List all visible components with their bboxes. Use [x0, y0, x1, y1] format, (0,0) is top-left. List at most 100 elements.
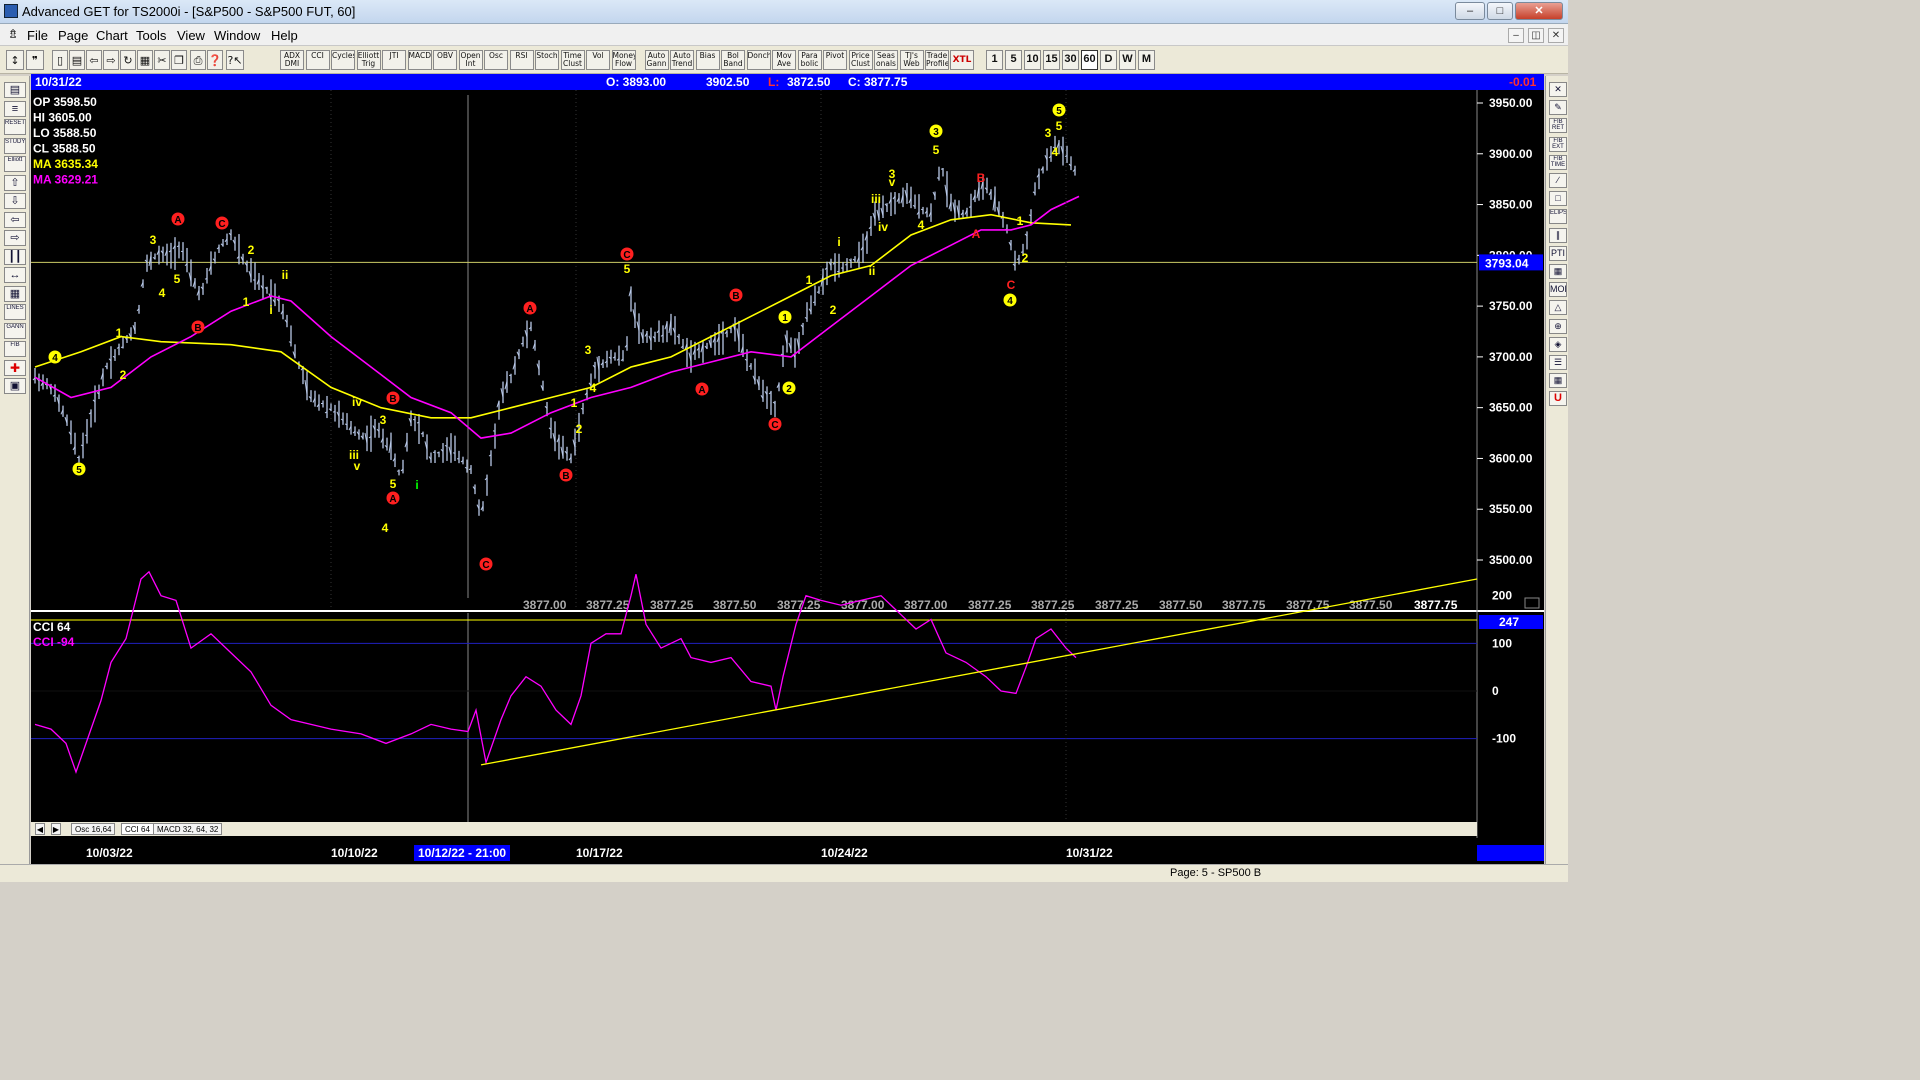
interval-button-m[interactable]: M [1138, 50, 1155, 70]
interval-button-15[interactable]: 15 [1043, 50, 1060, 70]
gann-fan-icon[interactable]: GANN [4, 322, 26, 339]
gann-tool-icon[interactable]: ≡ [4, 100, 26, 117]
study-button-macd[interactable]: MACD [407, 50, 432, 70]
fan-icon[interactable]: ∕ [1549, 173, 1567, 188]
study-button-cci[interactable]: CCI [305, 50, 330, 70]
ellipse-icon[interactable]: ELIPS [1549, 209, 1567, 225]
interval-button-w[interactable]: W [1119, 50, 1136, 70]
list-icon[interactable]: ☰ [1549, 355, 1567, 370]
interval-button-d[interactable]: D [1100, 50, 1117, 70]
study-button-adx-dmi[interactable]: ADX DMI [280, 50, 304, 70]
open-icon[interactable]: ▤ [69, 50, 85, 70]
study-button-time-clust[interactable]: Time Clust [560, 50, 585, 70]
study-button-money-flow[interactable]: Money Flow [611, 50, 636, 70]
study-button-cycles[interactable]: Cycles [331, 50, 355, 70]
menu-file[interactable]: File [27, 28, 48, 43]
new-page-icon[interactable]: ▯ [52, 50, 68, 70]
maximize-button[interactable]: □ [1487, 2, 1513, 20]
cut-icon[interactable]: ✂ [154, 50, 170, 70]
copy-icon[interactable]: ❐ [171, 50, 187, 70]
study-button-vol[interactable]: Vol [586, 50, 610, 70]
help-pointer-icon[interactable]: ?↖ [226, 50, 244, 70]
study-button-donch[interactable]: Donch [746, 50, 771, 70]
close-button[interactable]: ✕ [1515, 2, 1563, 20]
xtl-button[interactable]: XTL [950, 50, 974, 70]
close-x-icon[interactable]: ✕ [1549, 82, 1567, 97]
elliott-tool-icon[interactable]: Elliott [4, 156, 26, 172]
study-button-price-clust[interactable]: Price Clust [848, 50, 873, 70]
study-button-para-bolic[interactable]: Para bolic [797, 50, 822, 70]
left-arrow-icon[interactable]: ⇦ [4, 211, 26, 228]
study-button-obv[interactable]: OBV [433, 50, 457, 70]
menu-chart[interactable]: Chart [96, 28, 128, 43]
menu-window[interactable]: Window [214, 28, 260, 43]
lines-tool-icon[interactable]: LINES [4, 304, 26, 320]
study-button-jti[interactable]: JTI [382, 50, 406, 70]
tab-osc[interactable]: Osc 16,64 [71, 823, 116, 835]
channel-icon[interactable]: ∥ [1549, 227, 1567, 243]
grid2-icon[interactable]: ▦ [1549, 264, 1567, 279]
box-icon[interactable]: □ [1549, 191, 1567, 207]
grid-tool-icon[interactable]: ▦ [4, 285, 26, 302]
tab-macd[interactable]: MACD 32, 64, 32 [153, 823, 223, 835]
zoom-tool-icon[interactable]: ↔ [4, 267, 26, 283]
interval-button-30[interactable]: 30 [1062, 50, 1079, 70]
mdi-minimize-button[interactable]: – [1508, 28, 1524, 43]
fib-mob-icon[interactable]: MOB [1549, 282, 1567, 298]
interval-button-60[interactable]: 60 [1081, 50, 1098, 70]
refresh-icon[interactable]: ↻ [120, 50, 136, 70]
export-icon[interactable]: ▣ [4, 378, 26, 394]
pti-icon[interactable]: PTI [1549, 245, 1567, 261]
tab-cci[interactable]: CCI 64 [121, 823, 154, 835]
triangle-icon[interactable]: △ [1549, 300, 1567, 316]
study-button-bol-band[interactable]: Bol Band [721, 50, 745, 70]
quote-icon[interactable]: ❞ [26, 50, 44, 70]
menu-help[interactable]: Help [271, 28, 298, 43]
minimize-button[interactable]: – [1455, 2, 1485, 20]
study-button-seas-onals[interactable]: Seas onals [874, 50, 898, 70]
study-button-open-int[interactable]: Open Int [458, 50, 483, 70]
bar-tool-icon[interactable]: ┃┃ [4, 248, 26, 265]
right-arrow-icon[interactable]: ⇨ [4, 230, 26, 246]
study-button-tj-s-web[interactable]: TJ's Web [899, 50, 924, 70]
menu-tools[interactable]: Tools [136, 28, 166, 43]
study-button-auto-trend[interactable]: Auto Trend [670, 50, 694, 70]
hint-icon[interactable]: ❓ [207, 50, 223, 70]
study-button-stoch[interactable]: Stoch [535, 50, 559, 70]
menu-view[interactable]: View [177, 28, 205, 43]
interval-button-5[interactable]: 5 [1005, 50, 1022, 70]
study-tool-icon[interactable]: STUDY [4, 137, 26, 154]
fib-time-icon[interactable]: FIB TIME [1549, 154, 1567, 170]
menu-page[interactable]: Page [58, 28, 88, 43]
forward-icon[interactable]: ⇨ [103, 50, 119, 70]
chart-area[interactable]: 10/31/22 O: 3893.00 3902.50 L: 3872.50 C… [31, 74, 1544, 864]
price-chart-svg[interactable]: 3950.003900.003850.003800.003750.003700.… [31, 90, 1544, 838]
u-icon[interactable]: U [1549, 391, 1567, 407]
crosshair-icon[interactable]: ✚ [4, 359, 26, 376]
study-button-elliott-trig[interactable]: Elliott Trig [356, 50, 381, 70]
back-icon[interactable]: ⇦ [86, 50, 102, 70]
study-button-trade-profile[interactable]: Trade Profile [925, 50, 949, 70]
study-button-bias[interactable]: Bias [695, 50, 720, 70]
interval-button-1[interactable]: 1 [986, 50, 1003, 70]
study-button-rsi[interactable]: RSI [509, 50, 534, 70]
calc-icon[interactable]: ▦ [1549, 373, 1567, 389]
study-button-pivot[interactable]: Pivot [823, 50, 847, 70]
tab-scroll-left[interactable]: ◀ [35, 823, 45, 835]
study-button-mov-ave[interactable]: Mov Ave [772, 50, 796, 70]
study-button-auto-gann[interactable]: Auto Gann [644, 50, 669, 70]
down-arrow-icon[interactable]: ⇩ [4, 193, 26, 209]
mdi-close-button[interactable]: ✕ [1548, 28, 1564, 43]
interval-button-10[interactable]: 10 [1024, 50, 1041, 70]
cursor-tool-icon[interactable]: ↕ [6, 50, 24, 70]
fib-ext-icon[interactable]: FIB EXT [1549, 136, 1567, 152]
file-tool-icon[interactable]: ▤ [4, 82, 26, 98]
up-arrow-icon[interactable]: ⇧ [4, 174, 26, 191]
fib-tool-icon[interactable]: FIB [4, 341, 26, 357]
pencil-icon[interactable]: ✎ [1549, 100, 1567, 116]
date-scroll-indicator[interactable] [1477, 845, 1544, 861]
mdi-restore-button[interactable]: ◫ [1528, 28, 1544, 43]
fib-ret-icon[interactable]: FIB RET [1549, 118, 1567, 134]
zoom-in-icon[interactable]: ⊕ [1549, 318, 1567, 334]
grid-icon[interactable]: ▦ [137, 50, 153, 70]
